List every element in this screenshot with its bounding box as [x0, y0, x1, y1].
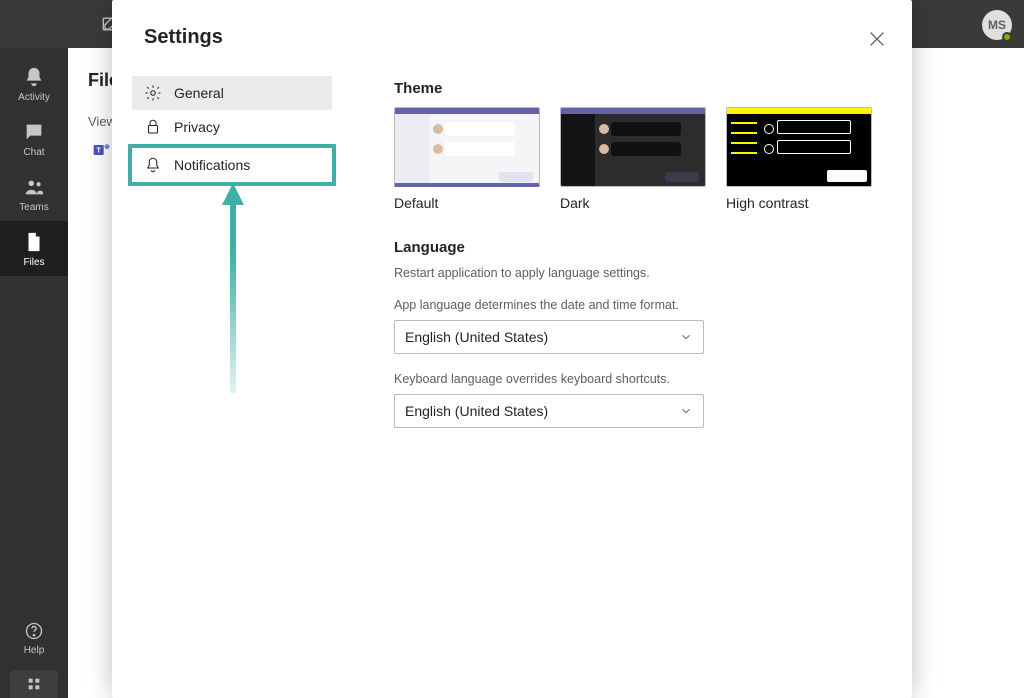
theme-dark-label: Dark	[560, 195, 706, 211]
theme-dark[interactable]: Dark	[560, 107, 706, 211]
settings-modal: Settings General Privacy Notifications T…	[112, 0, 912, 698]
app-language-select[interactable]: English (United States)	[394, 320, 704, 354]
modal-overlay: Settings General Privacy Notifications T…	[0, 0, 1024, 698]
theme-default-thumb	[394, 107, 540, 187]
nav-general-label: General	[174, 85, 224, 101]
theme-dark-thumb	[560, 107, 706, 187]
nav-notifications-label: Notifications	[174, 157, 250, 173]
language-restart-note: Restart application to apply language se…	[394, 266, 880, 280]
theme-default-label: Default	[394, 195, 540, 211]
modal-title: Settings	[144, 26, 223, 49]
nav-privacy-label: Privacy	[174, 119, 220, 135]
gear-icon	[144, 84, 162, 102]
nav-privacy[interactable]: Privacy	[132, 110, 332, 144]
app-language-note: App language determines the date and tim…	[394, 298, 880, 312]
theme-default[interactable]: Default	[394, 107, 540, 211]
keyboard-language-value: English (United States)	[405, 403, 548, 419]
settings-content: Theme Default	[394, 80, 880, 428]
chevron-down-icon	[679, 330, 693, 344]
settings-nav: General Privacy Notifications	[132, 76, 332, 186]
lock-icon	[144, 118, 162, 136]
keyboard-language-select[interactable]: English (United States)	[394, 394, 704, 428]
theme-options: Default Dark	[394, 107, 880, 211]
theme-hc-label: High contrast	[726, 195, 872, 211]
bell-icon	[144, 156, 162, 174]
theme-high-contrast[interactable]: High contrast	[726, 107, 872, 211]
annotation-highlight: Notifications	[128, 144, 336, 186]
close-button[interactable]	[866, 28, 888, 50]
keyboard-language-note: Keyboard language overrides keyboard sho…	[394, 372, 880, 386]
app-language-value: English (United States)	[405, 329, 548, 345]
theme-heading: Theme	[394, 80, 880, 97]
language-heading: Language	[394, 239, 880, 256]
nav-notifications[interactable]: Notifications	[132, 148, 332, 182]
nav-general[interactable]: General	[132, 76, 332, 110]
chevron-down-icon	[679, 404, 693, 418]
theme-hc-thumb	[726, 107, 872, 187]
